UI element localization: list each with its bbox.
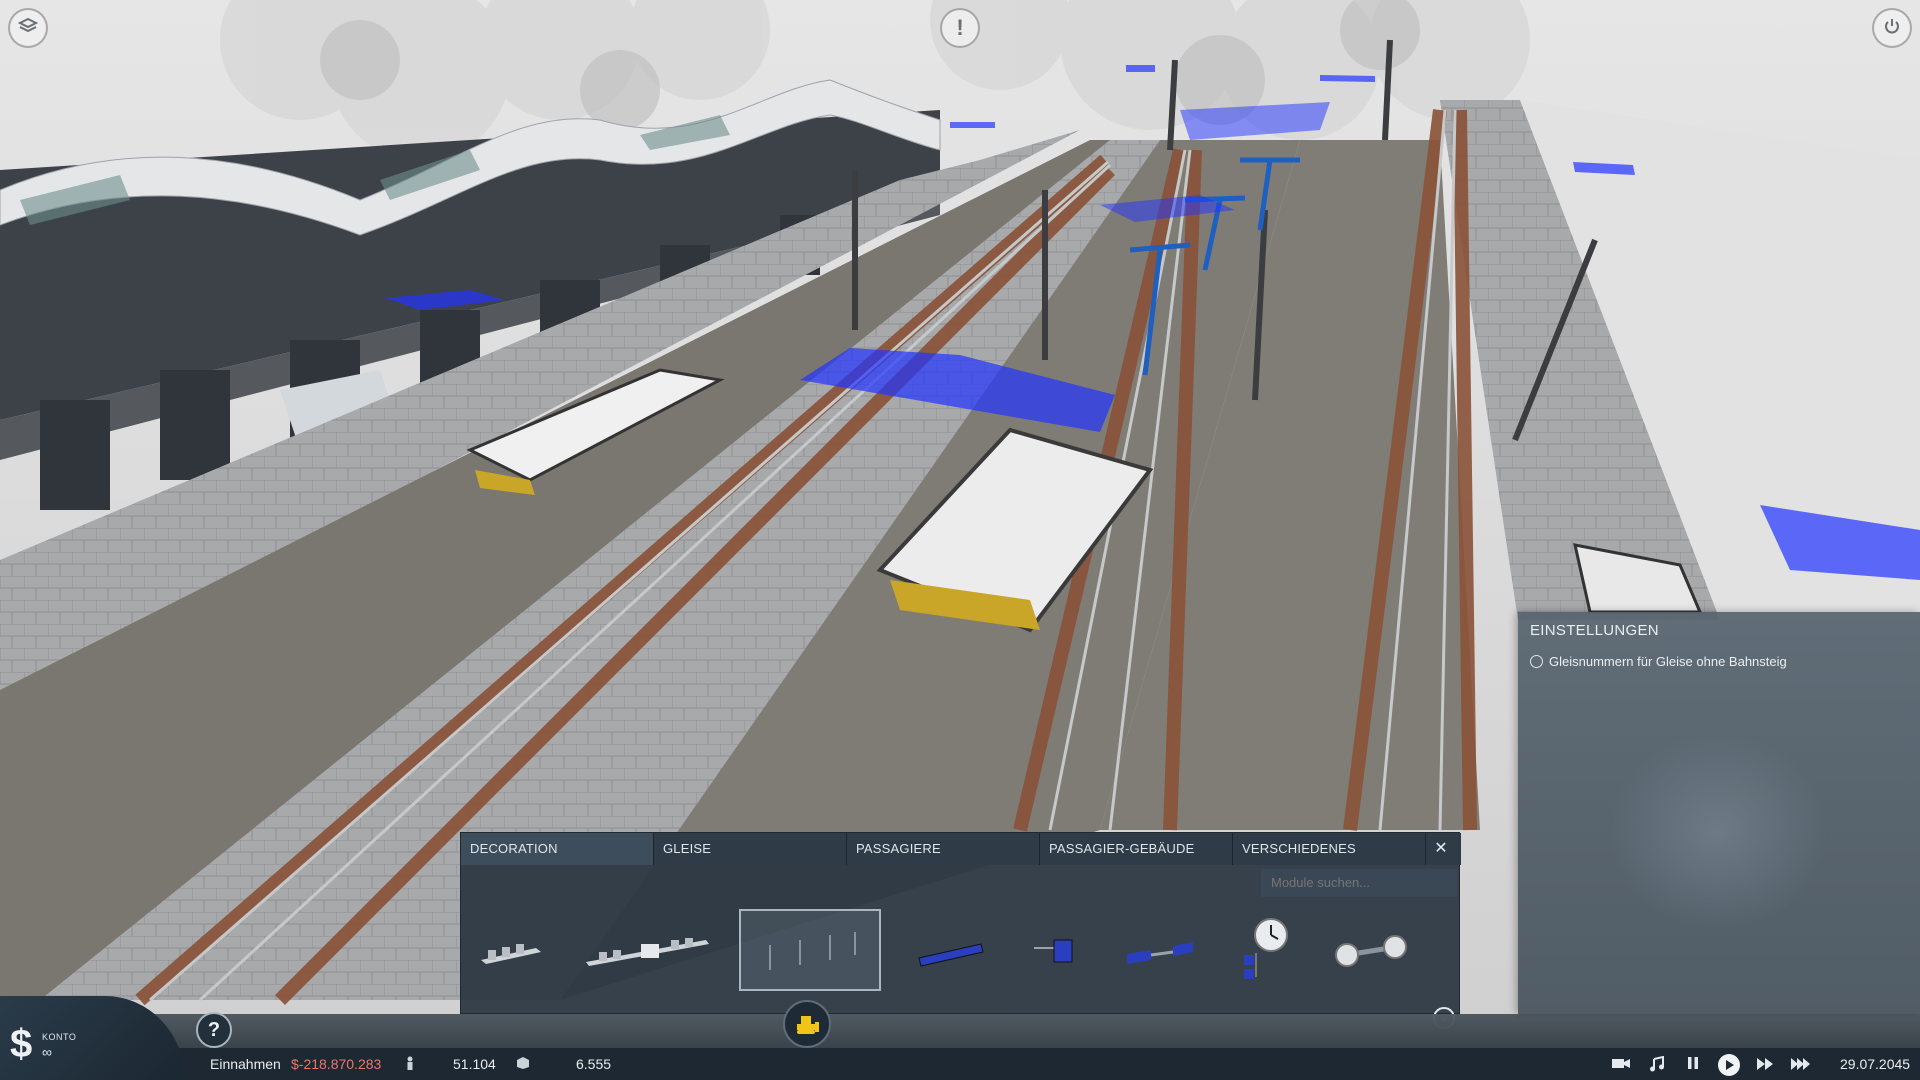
fastest-forward-button[interactable] [1790, 1056, 1812, 1074]
camera-icon [1612, 1059, 1630, 1068]
fast-forward-icon [1757, 1058, 1773, 1070]
alert-button[interactable]: ! [940, 8, 980, 48]
double-clock-icon [1335, 935, 1407, 967]
hanging-sign-icon [1127, 942, 1193, 964]
bench-icon [481, 944, 541, 964]
game-date: 29.07.2045 [1840, 1056, 1911, 1072]
platform-sign-icon [918, 943, 984, 967]
settings-background-blur [1608, 732, 1828, 932]
hanging-sign-module[interactable] [1111, 909, 1211, 991]
settings-panel: EINSTELLUNGEN Gleisnummern für Gleise oh… [1518, 612, 1920, 1014]
income-label: Einnahmen [210, 1056, 281, 1072]
platform-sign-module[interactable] [901, 909, 1001, 991]
cargo-value: 6.555 [576, 1056, 612, 1072]
fast-forward-button[interactable] [1754, 1056, 1776, 1074]
income-value: $-218.870.283 [291, 1056, 382, 1072]
small-sign-module[interactable] [1006, 909, 1106, 991]
radio-button[interactable] [1530, 655, 1543, 668]
music-button[interactable] [1646, 1055, 1668, 1074]
tab-passagier-gebaeude[interactable]: PASSAGIER-GEBÄUDE [1040, 833, 1233, 865]
small-sign-icon [1034, 939, 1073, 963]
power-icon [1883, 15, 1901, 41]
game-controls [1610, 1054, 1812, 1076]
double-clock-module[interactable] [1321, 909, 1421, 991]
konto-label: KONTO [42, 1032, 77, 1042]
close-button[interactable]: ✕ [1431, 839, 1451, 859]
bench-row-module[interactable] [576, 909, 716, 991]
module-search-input[interactable] [1261, 869, 1457, 897]
clock-sign-module[interactable] [1216, 909, 1316, 991]
lamp-post-icon [769, 932, 856, 970]
alert-icon: ! [956, 15, 964, 40]
bench-module[interactable] [461, 909, 561, 991]
clock-icon [1244, 918, 1288, 979]
play-button[interactable] [1718, 1054, 1740, 1076]
passengers-value: 51.104 [453, 1056, 496, 1072]
tab-decoration[interactable]: DECORATION [461, 833, 654, 865]
music-icon [1650, 1055, 1664, 1072]
layers-button[interactable] [8, 8, 48, 48]
cargo-icon [516, 1056, 530, 1073]
tab-gleise[interactable]: GLEISE [654, 833, 847, 865]
power-button[interactable] [1872, 8, 1912, 48]
bulldozer-icon [797, 1016, 819, 1034]
track-numbers-label: Gleisnummern für Gleise ohne Bahnsteig [1549, 654, 1787, 669]
dollar-icon: $ [10, 1022, 33, 1066]
help-button[interactable]: ? [196, 1012, 232, 1048]
build-menu: DECORATION GLEISE PASSAGIERE PASSAGIER-G… [460, 832, 1461, 1029]
lamp-posts-module[interactable] [739, 909, 881, 991]
pause-icon [1688, 1057, 1698, 1069]
tab-bar: DECORATION GLEISE PASSAGIERE PASSAGIER-G… [461, 833, 1461, 865]
passenger-icon [404, 1056, 416, 1073]
layers-icon [17, 15, 39, 41]
bulldozer-button[interactable] [783, 1000, 831, 1048]
track-numbers-option[interactable]: Gleisnummern für Gleise ohne Bahnsteig [1530, 654, 1787, 669]
module-list: › [461, 895, 1461, 1029]
konto-value: ∞ [42, 1044, 52, 1060]
bench-row-icon [586, 938, 709, 966]
camera-button[interactable] [1610, 1056, 1632, 1074]
fastest-forward-icon [1791, 1058, 1810, 1070]
settings-title: EINSTELLUNGEN [1530, 622, 1659, 639]
play-icon [1726, 1060, 1734, 1070]
tab-verschiedenes[interactable]: VERSCHIEDENES [1233, 833, 1426, 865]
pause-button[interactable] [1682, 1056, 1704, 1074]
tab-passagiere[interactable]: PASSAGIERE [847, 833, 1040, 865]
